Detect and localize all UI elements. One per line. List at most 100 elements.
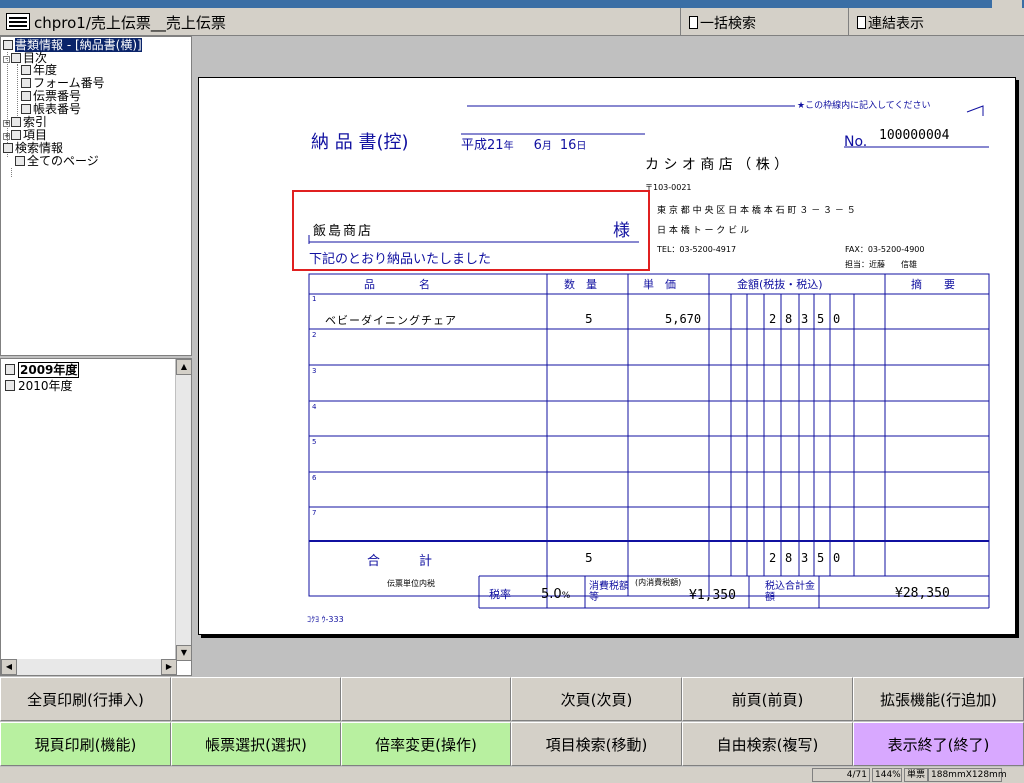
row-number: 2 bbox=[312, 331, 317, 339]
date-year-unit: 年 bbox=[503, 141, 514, 152]
year-list[interactable]: 2009年度 2010年度 ▲ ▼ ◀ ▶ bbox=[0, 358, 192, 676]
expand-icon[interactable]: + bbox=[3, 133, 10, 140]
date-month: 6 bbox=[533, 138, 542, 153]
scroll-up-icon[interactable]: ▲ bbox=[176, 359, 191, 375]
zoom-change-button[interactable]: 倍率変更(操作) bbox=[341, 722, 511, 766]
checkbox-icon bbox=[689, 16, 698, 29]
row1-item: ベビーダイニングチェア bbox=[325, 314, 457, 327]
scroll-down-icon[interactable]: ▼ bbox=[176, 645, 191, 661]
linked-view-toggle[interactable]: 連結表示 bbox=[848, 8, 1024, 36]
tree-index-label: 索引 bbox=[23, 115, 48, 129]
document-tree[interactable]: 書類情報 - [納品書(横)] - 目次 年度 フォーム番号 伝票番号 帳表番号 … bbox=[0, 36, 192, 356]
company-tel: TEL：03-5200-4917 bbox=[657, 245, 737, 254]
next-page-button[interactable]: 次頁(次頁) bbox=[511, 677, 682, 721]
year-item-2009[interactable]: 2009年度 bbox=[5, 362, 80, 378]
row-number: 6 bbox=[312, 474, 317, 482]
checkbox-icon bbox=[857, 16, 866, 29]
book-icon bbox=[5, 380, 15, 391]
folder-icon bbox=[11, 130, 21, 140]
page-icon bbox=[21, 78, 31, 88]
expand-icon[interactable]: + bbox=[3, 120, 10, 127]
exit-view-button[interactable]: 表示終了(終了) bbox=[853, 722, 1024, 766]
book-icon bbox=[3, 40, 13, 50]
extended-features-button[interactable]: 拡張機能(行追加) bbox=[853, 677, 1024, 721]
command-bar: 全頁印刷(行挿入) 次頁(次頁) 前頁(前頁) 拡張機能(行追加) 現頁印刷(機… bbox=[0, 677, 1024, 767]
year-label: 2010年度 bbox=[18, 379, 73, 393]
linked-view-label: 連結表示 bbox=[868, 16, 924, 32]
window-title: chpro1/売上伝票__売上伝票 bbox=[34, 14, 226, 32]
row1-qty: 5 bbox=[585, 312, 593, 326]
pages-icon bbox=[15, 156, 25, 166]
toolbar: chpro1/売上伝票__売上伝票 一括検索 連結表示 bbox=[0, 8, 1024, 36]
tax-note: 伝票単位内税 bbox=[387, 579, 435, 588]
horizontal-scrollbar[interactable]: ◀ ▶ bbox=[1, 659, 177, 675]
tree-all-pages[interactable]: 全てのページ bbox=[15, 155, 99, 168]
row-number: 5 bbox=[312, 438, 317, 446]
year-label: 2009年度 bbox=[18, 362, 80, 378]
collapse-icon[interactable]: - bbox=[3, 56, 10, 63]
total-label: 合 計 bbox=[367, 554, 433, 569]
page-icon bbox=[21, 65, 31, 75]
form-select-button[interactable]: 帳票選択(選択) bbox=[171, 722, 341, 766]
company-name: カ シ オ 商 店 （ 株 ） bbox=[645, 157, 789, 173]
delivered-message: 下記のとおり納品いたしました bbox=[309, 252, 492, 267]
window-titlebar bbox=[0, 0, 1024, 8]
status-mode: 単票 bbox=[904, 768, 928, 782]
slip-no-value: 100000004 bbox=[879, 128, 950, 143]
header-amount: 金額(税抜・税込) bbox=[737, 278, 823, 291]
date-era: 平成 bbox=[461, 138, 488, 153]
tax-rate-label: 税率 bbox=[489, 588, 511, 601]
tree-search-info-label: 検索情報 bbox=[15, 141, 64, 155]
form-code: ｺｸﾖ ｳ-333 bbox=[307, 615, 344, 624]
print-all-button[interactable]: 全頁印刷(行挿入) bbox=[0, 677, 171, 721]
folder-icon bbox=[11, 117, 21, 127]
date-year: 21 bbox=[487, 138, 504, 153]
date-day: 16 bbox=[559, 138, 577, 153]
tree-item-label: フォーム番号 bbox=[33, 76, 105, 90]
scroll-right-icon[interactable]: ▶ bbox=[161, 659, 177, 675]
tree-item-label: 伝票番号 bbox=[33, 89, 82, 103]
row-number: 1 bbox=[312, 295, 317, 303]
free-search-button[interactable]: 自由検索(複写) bbox=[682, 722, 853, 766]
status-zoom: 144% bbox=[872, 768, 902, 782]
status-bar: 4/71 144% 単票 188mmX128mm bbox=[0, 767, 1024, 783]
scroll-left-icon[interactable]: ◀ bbox=[1, 659, 17, 675]
row-number: 7 bbox=[312, 509, 317, 517]
item-search-button[interactable]: 項目検索(移動) bbox=[511, 722, 682, 766]
page-icon bbox=[21, 104, 31, 114]
total-incl-label: 税込合計金額 bbox=[765, 581, 815, 603]
tree-item-node-label: 項目 bbox=[23, 128, 48, 142]
bulk-search-toggle[interactable]: 一括検索 bbox=[680, 8, 848, 36]
inner-tax-value: ¥1,350 bbox=[689, 588, 736, 603]
blank-button-2[interactable] bbox=[341, 677, 511, 721]
status-page: 4/71 bbox=[812, 768, 870, 782]
total-amount: 28350 bbox=[769, 551, 841, 565]
print-current-button[interactable]: 現頁印刷(機能) bbox=[0, 722, 171, 766]
tree-all-pages-label: 全てのページ bbox=[27, 154, 99, 168]
page-icon bbox=[21, 91, 31, 101]
total-incl-value: ¥28,350 bbox=[895, 586, 950, 601]
header-remarks: 摘 要 bbox=[911, 278, 955, 291]
tree-item-label: 年度 bbox=[33, 63, 58, 77]
company-address-2: 日 本 橋 ト ー ク ビ ル bbox=[657, 226, 750, 236]
folder-icon bbox=[11, 53, 21, 63]
tax-amount-label: 消費税額等 bbox=[589, 581, 629, 603]
search-info-icon bbox=[3, 143, 13, 153]
prev-page-button[interactable]: 前頁(前頁) bbox=[682, 677, 853, 721]
company-fax: FAX：03-5200-4900 bbox=[845, 245, 925, 254]
slip-date: 平成21年 6月 16日 bbox=[461, 134, 586, 153]
row1-amount: 28350 bbox=[769, 312, 841, 326]
tree-item-label: 帳表番号 bbox=[33, 102, 82, 116]
year-item-2010[interactable]: 2010年度 bbox=[5, 379, 73, 393]
row-number: 4 bbox=[312, 403, 317, 411]
total-qty: 5 bbox=[585, 551, 593, 565]
vertical-scrollbar[interactable]: ▲ ▼ bbox=[175, 359, 191, 661]
slip-no-label: No. bbox=[844, 134, 868, 150]
blank-button-1[interactable] bbox=[171, 677, 341, 721]
header-price: 単 価 bbox=[643, 278, 676, 291]
tree-root-label: 書類情報 - [納品書(横)] bbox=[15, 38, 142, 52]
row1-price: 5,670 bbox=[665, 312, 702, 326]
company-address-1: 東 京 都 中 央 区 日 本 橋 本 石 町 ３ － ３ － ５ bbox=[657, 206, 856, 216]
window-controls[interactable] bbox=[992, 0, 1022, 8]
document-icon bbox=[6, 13, 30, 30]
